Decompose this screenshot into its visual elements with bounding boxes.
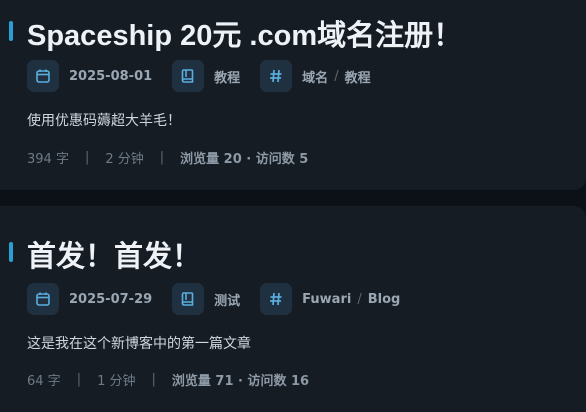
post-meta: 2025-08-01 教程 域名 / 教程 [27,60,371,92]
tag-link[interactable]: Fuwari [302,292,351,307]
post-description: 使用优惠码薅超大羊毛！ [27,113,181,129]
post-category[interactable]: 教程 [172,60,240,92]
stats-separator: | [84,150,90,165]
book-icon [172,60,205,92]
hash-icon [260,60,293,92]
post-date-text: 2025-07-29 [69,291,153,307]
read-time: 2 分钟 [105,152,144,167]
tag-link[interactable]: 域名 [302,67,328,86]
post-tags: Fuwari / Blog [260,283,400,315]
word-count: 394 字 [27,152,69,167]
post-meta: 2025-07-29 测试 Fuwari / Blog [27,283,400,315]
title-accent-bar [9,21,13,41]
post-stats: 394 字 | 2 分钟 | 浏览量 20 · 访问数 5 [27,148,308,167]
calendar-icon [27,60,59,92]
word-count: 64 字 [27,374,61,389]
stats-separator: | [159,150,165,165]
post-category-label[interactable]: 教程 [214,67,240,86]
post-date: 2025-07-29 [27,283,152,315]
post-tags: 域名 / 教程 [260,60,371,92]
post-description: 这是我在这个新博客中的第一篇文章 [27,336,251,352]
post-title[interactable]: 首发！首发！ [27,233,201,275]
title-accent-bar [9,242,13,262]
read-time: 1 分钟 [97,374,136,389]
tag-link[interactable]: Blog [368,292,401,307]
post-title[interactable]: Spaceship 20元 .com域名注册！ [27,12,462,54]
calendar-icon [27,283,59,315]
post-feed: Spaceship 20元 .com域名注册！ 2025-08-01 教程 域名… [0,0,586,412]
hash-icon [260,283,293,315]
tag-link[interactable]: 教程 [345,67,371,86]
book-icon [172,283,205,315]
post-date: 2025-08-01 [27,60,152,92]
post-category-label[interactable]: 测试 [214,290,240,309]
post-date-text: 2025-08-01 [69,68,153,84]
stats-separator: | [151,372,156,387]
view-count: 浏览量 71 · 访问数 16 [171,374,310,389]
stats-separator: | [76,372,82,387]
tag-separator: / [334,68,339,84]
post-category[interactable]: 测试 [172,283,240,315]
tag-separator: / [357,291,362,307]
view-count: 浏览量 20 · 访问数 5 [180,152,309,167]
post-stats: 64 字 | 1 分钟 | 浏览量 71 · 访问数 16 [27,370,309,389]
